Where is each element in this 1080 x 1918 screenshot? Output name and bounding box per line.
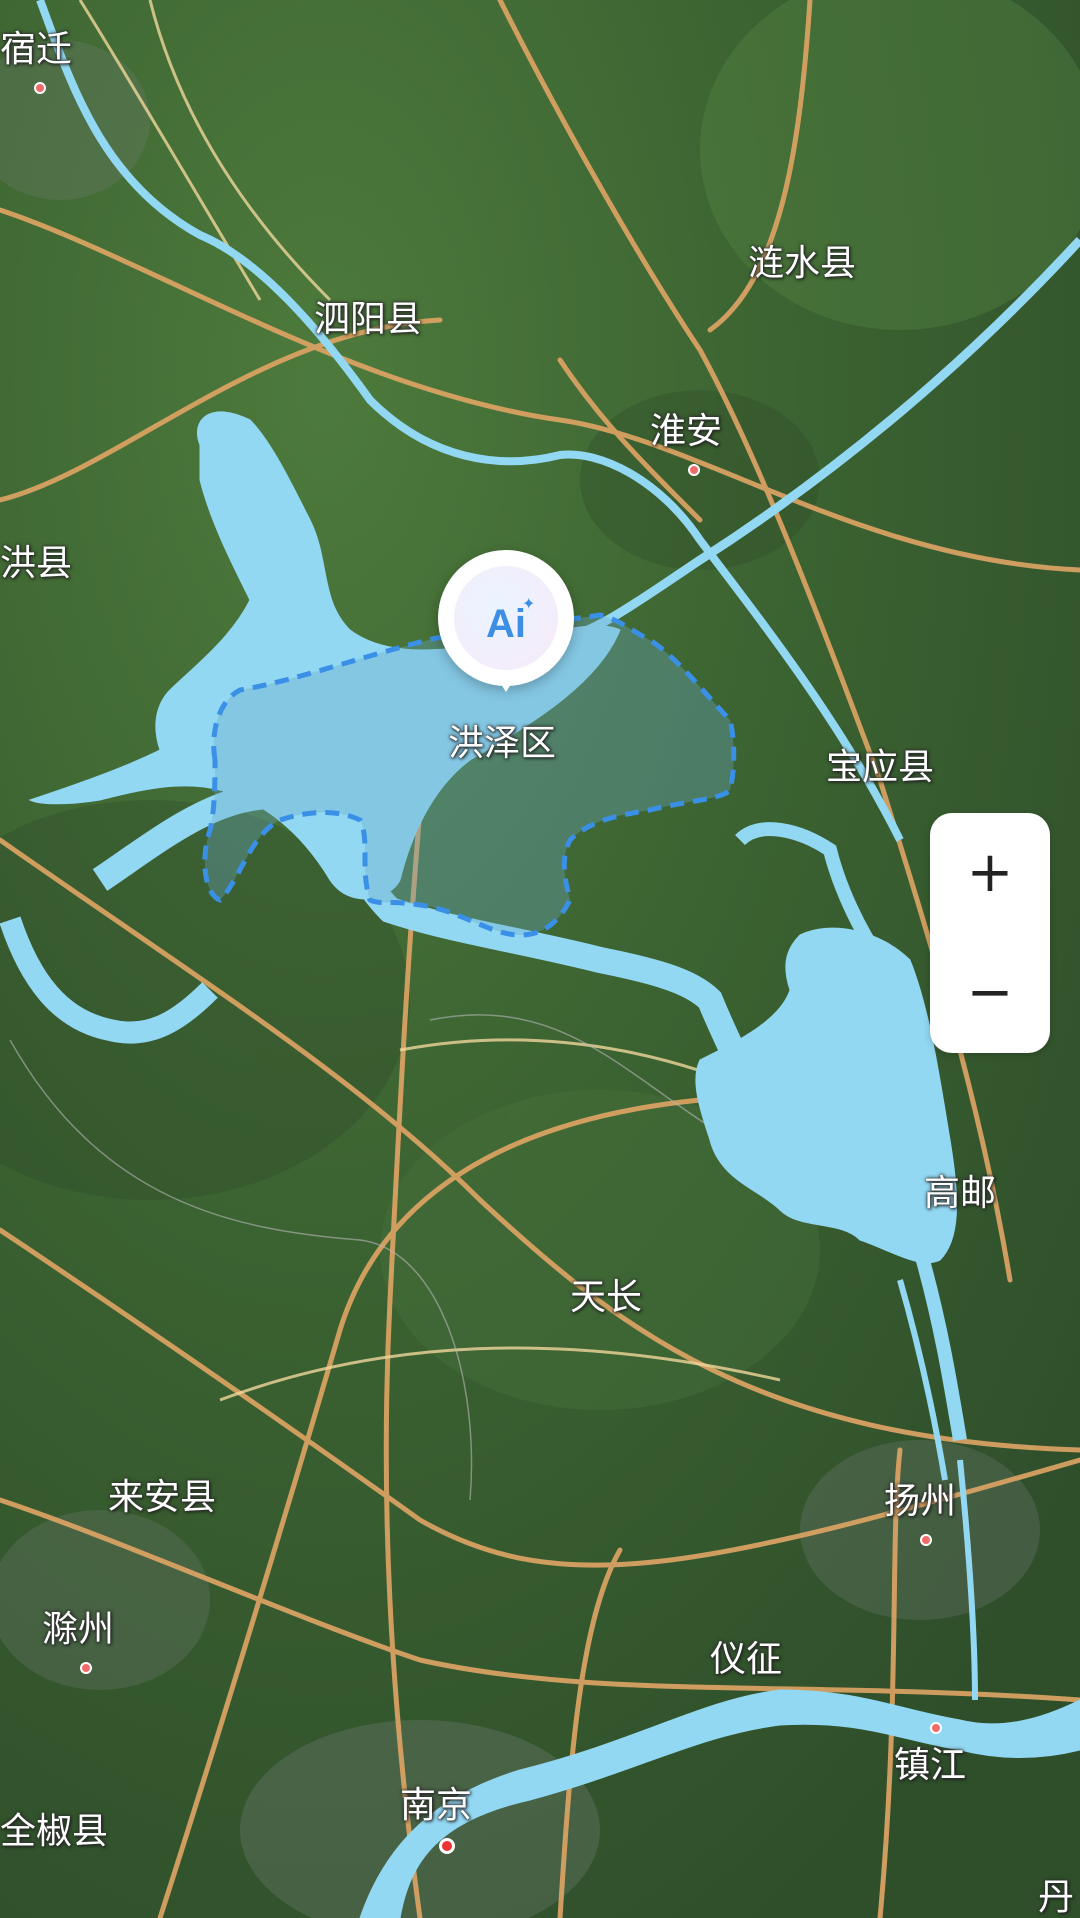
city-marker[interactable] (80, 1662, 92, 1674)
city-marker[interactable] (930, 1722, 942, 1734)
place-label-huaian[interactable]: 淮安 (650, 414, 722, 450)
city-marker[interactable] (34, 82, 46, 94)
place-label-yizheng[interactable]: 仪征 (710, 1642, 782, 1678)
place-label-quanjiao[interactable]: 全椒县 (0, 1814, 108, 1850)
satellite-map[interactable] (0, 0, 1080, 1918)
sparkle-icon: ✦ (522, 594, 536, 613)
place-label-siyang[interactable]: 泗阳县 (314, 302, 422, 338)
place-label-laian[interactable]: 来安县 (108, 1480, 216, 1516)
capital-marker[interactable] (439, 1838, 455, 1854)
place-label-hongze[interactable]: 洪泽区 (448, 726, 556, 762)
ai-location-pin[interactable]: Ai ✦ (438, 550, 574, 710)
place-label-suqian[interactable]: 宿迁 (0, 32, 72, 68)
place-label-nanjing[interactable]: 南京 (400, 1788, 472, 1824)
place-label-danyang[interactable]: 丹 (1038, 1880, 1074, 1916)
place-label-sihong[interactable]: 洪县 (0, 546, 72, 582)
place-label-lianshui[interactable]: 涟水县 (748, 246, 856, 282)
place-label-tianchang[interactable]: 天长 (570, 1280, 642, 1316)
place-label-chuzhou[interactable]: 滁州 (42, 1612, 114, 1648)
zoom-control: + − (930, 813, 1050, 1053)
city-marker[interactable] (688, 464, 700, 476)
place-label-yangzhou[interactable]: 扬州 (884, 1484, 956, 1520)
place-label-baoying[interactable]: 宝应县 (826, 750, 934, 786)
place-label-zhenjiang[interactable]: 镇江 (894, 1748, 966, 1784)
ai-sparkle-icon: Ai ✦ (454, 566, 558, 670)
pin-tail (492, 670, 520, 692)
place-label-gaoyou[interactable]: 高邮 (924, 1176, 996, 1212)
zoom-out-button[interactable]: − (930, 933, 1050, 1053)
zoom-in-button[interactable]: + (930, 813, 1050, 933)
ai-label: Ai (486, 602, 526, 646)
city-marker[interactable] (920, 1534, 932, 1546)
